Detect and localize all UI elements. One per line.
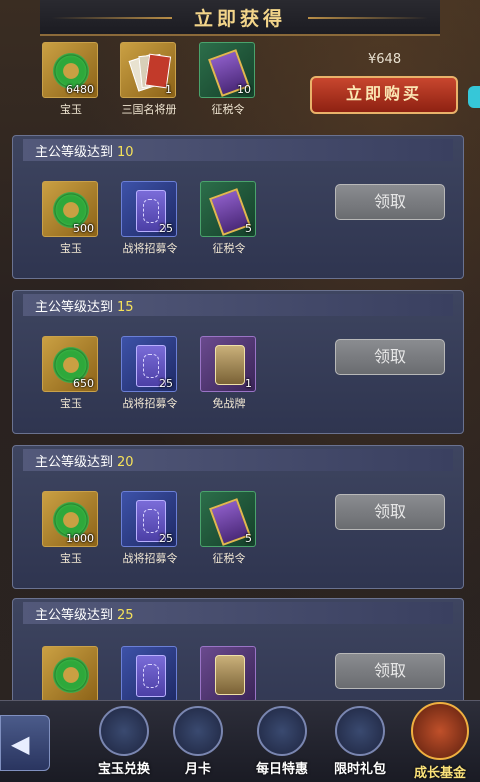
tab-daily-deal[interactable]: 每日特惠: [244, 706, 320, 777]
tab-label: 宝玉兑换: [97, 762, 150, 777]
peace-plaque-icon: [200, 646, 256, 702]
reward-peace-plaque[interactable]: 1 免战牌: [200, 336, 258, 411]
claim-button[interactable]: 领取: [335, 653, 445, 689]
tab-limited-pack[interactable]: 限时礼包: [322, 706, 398, 777]
reward-recruit-order[interactable]: 25 战将招募令: [121, 181, 179, 256]
general-book-icon: 1: [120, 42, 176, 98]
tab-label: 月卡: [184, 762, 211, 777]
buy-now-button[interactable]: 立即购买: [310, 76, 458, 114]
item-label: 征税令: [212, 242, 246, 255]
top-reward-jade[interactable]: 6480 宝玉: [42, 42, 100, 117]
claim-button[interactable]: 领取: [335, 339, 445, 375]
jade-icon: 6480: [42, 42, 98, 98]
jade-icon: 650: [42, 336, 98, 392]
top-reward-book[interactable]: 1 三国名将册: [120, 42, 178, 117]
tab-label: 每日特惠: [255, 762, 308, 777]
item-label: 三国名将册: [121, 103, 177, 116]
peace-plaque-icon: 1: [200, 336, 256, 392]
item-label: 宝玉: [60, 103, 82, 116]
recruit-scroll-icon: [121, 646, 177, 702]
tab-label: 成长基金: [413, 766, 466, 781]
treasure-chest-icon: [257, 706, 307, 756]
item-label: 免战牌: [212, 397, 246, 410]
card-header: 主公等级达到 10: [23, 139, 453, 161]
tab-jade-exchange[interactable]: 宝玉兑换: [86, 706, 162, 777]
recruit-scroll-icon: 25: [121, 491, 177, 547]
back-button[interactable]: ◀: [0, 715, 50, 771]
reward-banner: 立即获得: [40, 0, 440, 36]
reward-jade[interactable]: 500 宝玉: [42, 181, 100, 256]
reward-peace-plaque[interactable]: [200, 646, 258, 702]
tab-monthly-card[interactable]: 月卡: [160, 706, 236, 777]
card-header: 主公等级达到 20: [23, 449, 453, 471]
item-count: 1: [165, 83, 172, 96]
item-label: 宝玉: [60, 552, 82, 565]
back-arrow-icon: ◀: [11, 730, 30, 758]
item-count: 6480: [66, 83, 94, 96]
jade-icon: 1000: [42, 491, 98, 547]
reward-recruit-order[interactable]: 25 战将招募令: [121, 491, 179, 566]
item-label: 宝玉: [60, 397, 82, 410]
reward-tax-order[interactable]: 5 征税令: [200, 491, 258, 566]
card-header: 主公等级达到 25: [23, 602, 453, 624]
reward-recruit-order[interactable]: [121, 646, 179, 702]
level-reward-card: 主公等级达到 20 1000 宝玉 25 战将招募令 5 征税令 领取: [12, 445, 464, 589]
growth-fund-icon: [411, 702, 469, 760]
reward-tax-order[interactable]: 5 征税令: [200, 181, 258, 256]
level-reward-card: 主公等级达到 10 500 宝玉 25 战将招募令 5 征税令 领取: [12, 135, 464, 279]
item-label: 战将招募令: [122, 552, 178, 565]
level-reward-card: 主公等级达到 15 650 宝玉 25 战将招募令 1 免战牌 领取: [12, 290, 464, 434]
reward-jade[interactable]: [42, 646, 100, 702]
card-title: 主公等级达到 25: [35, 608, 134, 623]
tax-order-icon: 10: [199, 42, 255, 98]
price-text: ¥648: [368, 52, 402, 67]
reward-recruit-order[interactable]: 25 战将招募令: [121, 336, 179, 411]
tab-label: 限时礼包: [333, 762, 386, 777]
item-label: 战将招募令: [122, 397, 178, 410]
tab-growth-fund[interactable]: 成长基金: [402, 702, 478, 781]
item-label: 征税令: [211, 103, 245, 116]
side-toggle[interactable]: [468, 86, 480, 108]
recruit-scroll-icon: 25: [121, 336, 177, 392]
monthly-card-icon: [173, 706, 223, 756]
jade-icon: 500: [42, 181, 98, 237]
item-label: 战将招募令: [122, 242, 178, 255]
jade-exchange-icon: [99, 706, 149, 756]
card-title: 主公等级达到 15: [35, 300, 134, 315]
item-label: 征税令: [212, 552, 246, 565]
banner-ornament-right: [308, 17, 428, 19]
jade-icon: [42, 646, 98, 702]
card-header: 主公等级达到 15: [23, 294, 453, 316]
card-title: 主公等级达到 10: [35, 145, 134, 160]
claim-button[interactable]: 领取: [335, 184, 445, 220]
item-label: 宝玉: [60, 242, 82, 255]
tax-order-icon: 5: [200, 491, 256, 547]
claim-button[interactable]: 领取: [335, 494, 445, 530]
card-title: 主公等级达到 20: [35, 455, 134, 470]
reward-jade[interactable]: 1000 宝玉: [42, 491, 100, 566]
tax-order-icon: 5: [200, 181, 256, 237]
top-reward-tax-order[interactable]: 10 征税令: [199, 42, 257, 117]
recruit-scroll-icon: 25: [121, 181, 177, 237]
reward-jade[interactable]: 650 宝玉: [42, 336, 100, 411]
gift-pack-icon: [335, 706, 385, 756]
item-count: 10: [237, 83, 251, 96]
